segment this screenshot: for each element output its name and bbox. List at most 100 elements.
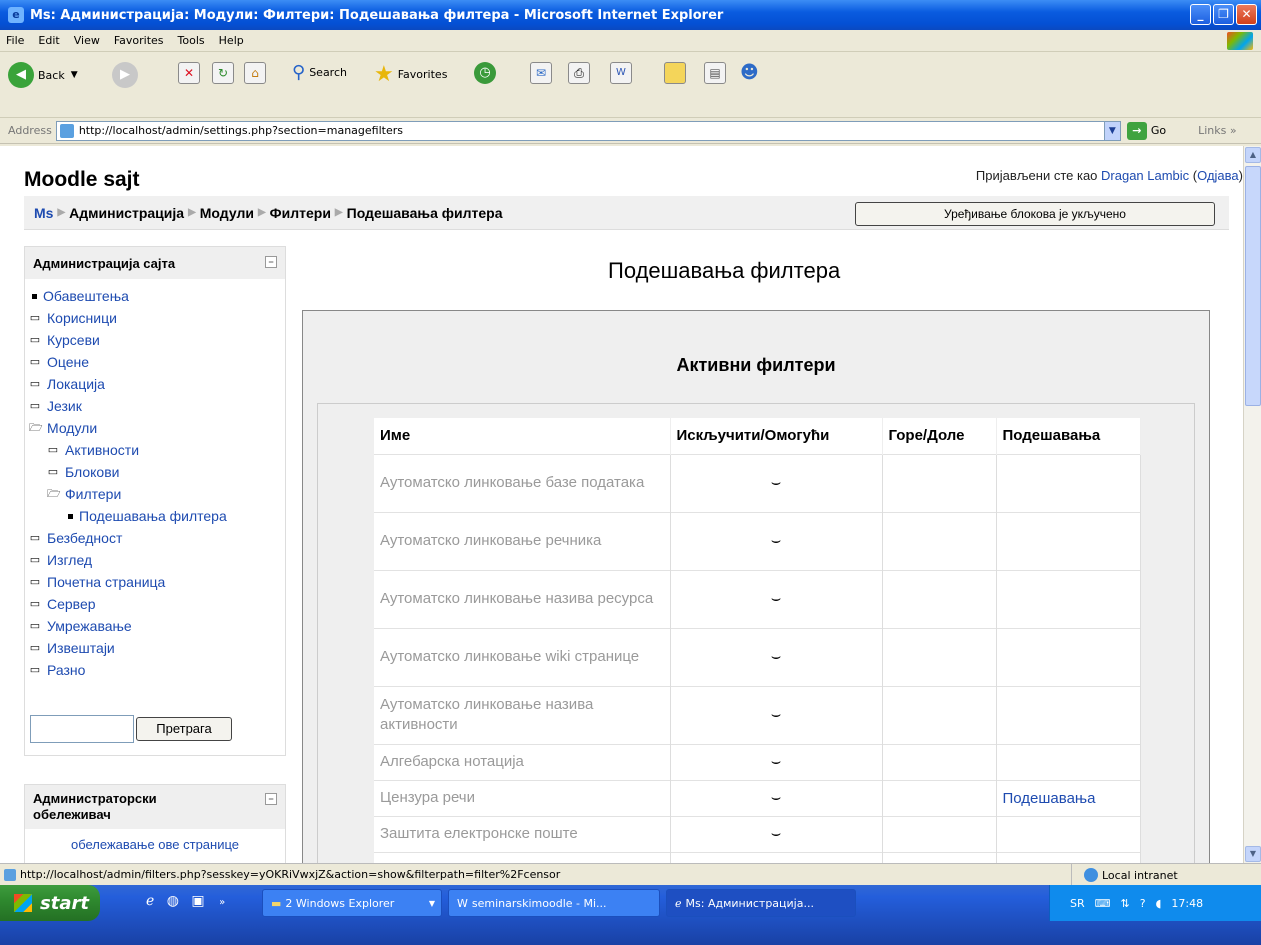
expand-quicklaunch-icon[interactable]: » [219, 897, 225, 908]
sidebar-item[interactable]: 🗁 Филтери [29, 483, 285, 505]
address-dropdown-icon[interactable]: ▼ [1103, 121, 1120, 140]
sidebar-item[interactable]: ▭ Почетна страница [29, 571, 285, 593]
hide-toggle-icon[interactable]: ⌣ [771, 706, 782, 723]
sidebar-item[interactable]: ▭ Корисници [29, 307, 285, 329]
sidebar-item[interactable]: Обавештења [29, 285, 285, 307]
sidebar-item[interactable]: ▭ Разно [29, 659, 285, 681]
breadcrumb-admin[interactable]: Администрација [69, 205, 184, 221]
save-quicklaunch-icon[interactable]: ▣ [191, 893, 204, 909]
menu-view[interactable]: View [74, 34, 100, 47]
start-button[interactable]: start [0, 885, 100, 921]
ie-quicklaunch-icon[interactable]: ℯ [146, 893, 154, 909]
sidebar-item-label[interactable]: Курсеви [47, 329, 100, 351]
sidebar-item[interactable]: ▭ Блокови [29, 461, 285, 483]
sidebar-item-label[interactable]: Активности [65, 439, 139, 461]
edit-word-button[interactable]: W [610, 62, 632, 84]
hide-toggle-icon[interactable]: ⌣ [771, 532, 782, 549]
volume-icon[interactable]: ◖ [1156, 897, 1162, 910]
sidebar-item-label[interactable]: Блокови [65, 461, 119, 483]
forward-button[interactable]: ▶ [112, 62, 138, 88]
language-indicator[interactable]: SR [1070, 897, 1085, 910]
sidebar-item-label[interactable]: Умрежавање [47, 615, 132, 637]
minimize-button[interactable]: _ [1190, 4, 1211, 25]
sidebar-item[interactable]: ▭ Активности [29, 439, 285, 461]
mail-button[interactable]: ✉ [530, 62, 552, 84]
sidebar-item-label[interactable]: Подешавања филтера [79, 505, 227, 527]
collapse-icon[interactable]: − [265, 793, 277, 805]
menu-favorites[interactable]: Favorites [114, 34, 164, 47]
research-button[interactable]: ▤ [704, 62, 726, 84]
links-button[interactable]: Links » [1198, 124, 1237, 137]
logout-link[interactable]: Одјава [1197, 168, 1239, 183]
sidebar-item-label[interactable]: Модули [47, 417, 97, 439]
sidebar-item-label[interactable]: Безбедност [47, 527, 122, 549]
stop-button[interactable]: ✕ [178, 62, 200, 84]
sidebar-item-label[interactable]: Разно [47, 659, 85, 681]
browser-quicklaunch-icon[interactable]: ◍ [167, 893, 179, 909]
sidebar-item-label[interactable]: Језик [47, 395, 82, 417]
history-button[interactable]: ◷ [474, 62, 496, 84]
sidebar-item-label[interactable]: Корисници [47, 307, 117, 329]
back-button[interactable]: ◀ Back ▼ [8, 62, 78, 88]
menu-edit[interactable]: Edit [38, 34, 59, 47]
task-windows-explorer[interactable]: ▬ 2 Windows Explorer ▼ [262, 889, 442, 917]
sidebar-item-label[interactable]: Сервер [47, 593, 96, 615]
sidebar-item-label[interactable]: Почетна страница [47, 571, 165, 593]
favorites-button[interactable]: ★ Favorites [374, 62, 447, 87]
sidebar-item-label[interactable]: Обавештења [43, 285, 129, 307]
filter-settings-link[interactable]: Подешавања [1003, 790, 1096, 807]
close-button[interactable]: ✕ [1236, 4, 1257, 25]
user-link[interactable]: Dragan Lambic [1101, 168, 1189, 183]
keyboard-icon[interactable]: ⌨ [1095, 897, 1111, 910]
search-button[interactable]: ⚲ Search [292, 62, 347, 83]
discuss-button[interactable] [664, 62, 686, 84]
menu-file[interactable]: File [6, 34, 24, 47]
address-input[interactable]: http://localhost/admin/settings.php?sect… [55, 120, 1121, 141]
sidebar-item[interactable]: ▭ Оцене [29, 351, 285, 373]
menu-tools[interactable]: Tools [178, 34, 205, 47]
hide-toggle-icon[interactable]: ⌣ [771, 753, 782, 770]
vertical-scrollbar[interactable]: ▲ ▼ [1243, 146, 1261, 863]
breadcrumb-filters[interactable]: Филтери [270, 205, 331, 221]
sidebar-item-label[interactable]: Изглед [47, 549, 92, 571]
scroll-down-icon[interactable]: ▼ [1245, 846, 1261, 862]
admin-search-input[interactable] [30, 715, 134, 743]
home-button[interactable]: ⌂ [244, 62, 266, 84]
task-word-document[interactable]: W seminarskimoodle - Mi... [448, 889, 660, 917]
sidebar-item[interactable]: ▭ Изглед [29, 549, 285, 571]
print-button[interactable]: ⎙ [568, 62, 590, 84]
sidebar-item[interactable]: ▭ Безбедност [29, 527, 285, 549]
hide-toggle-icon[interactable]: ⌣ [771, 590, 782, 607]
hide-toggle-icon[interactable]: ⌣ [771, 648, 782, 665]
task-internet-explorer[interactable]: ℯ Ms: Администрација... [666, 889, 856, 917]
menu-help[interactable]: Help [219, 34, 244, 47]
admin-search-button[interactable]: Претрага [136, 717, 232, 741]
sidebar-item[interactable]: Подешавања филтера [29, 505, 285, 527]
messenger-button[interactable]: ☻ [740, 62, 759, 83]
sidebar-item[interactable]: 🗁 Модули [29, 417, 285, 439]
hide-toggle-icon[interactable]: ⌣ [771, 474, 782, 491]
sidebar-item-label[interactable]: Локација [47, 373, 105, 395]
blocks-editing-button[interactable]: Уређивање блокова је укључено [855, 202, 1215, 226]
scroll-thumb[interactable] [1245, 166, 1261, 406]
sidebar-item[interactable]: ▭ Извештаји [29, 637, 285, 659]
sidebar-item[interactable]: ▭ Умрежавање [29, 615, 285, 637]
go-button[interactable]: → Go [1126, 121, 1166, 140]
sidebar-item-label[interactable]: Оцене [47, 351, 89, 373]
sidebar-item[interactable]: ▭ Језик [29, 395, 285, 417]
sidebar-item-label[interactable]: Извештаји [47, 637, 115, 659]
breadcrumb-home[interactable]: Ms [34, 205, 53, 221]
bookmark-page-link[interactable]: обележавање ове странице [71, 837, 239, 852]
help-icon[interactable]: ? [1140, 897, 1146, 910]
scroll-up-icon[interactable]: ▲ [1245, 147, 1261, 163]
collapse-icon[interactable]: − [265, 256, 277, 268]
sidebar-item-label[interactable]: Филтери [65, 483, 121, 505]
hide-toggle-icon[interactable]: ⌣ [771, 789, 782, 806]
network-icon[interactable]: ⇅ [1121, 897, 1130, 910]
breadcrumb-modules[interactable]: Модули [200, 205, 254, 221]
sidebar-item[interactable]: ▭ Курсеви [29, 329, 285, 351]
maximize-button[interactable]: ❐ [1213, 4, 1234, 25]
hide-toggle-icon[interactable]: ⌣ [771, 825, 782, 842]
sidebar-item[interactable]: ▭ Локација [29, 373, 285, 395]
sidebar-item[interactable]: ▭ Сервер [29, 593, 285, 615]
